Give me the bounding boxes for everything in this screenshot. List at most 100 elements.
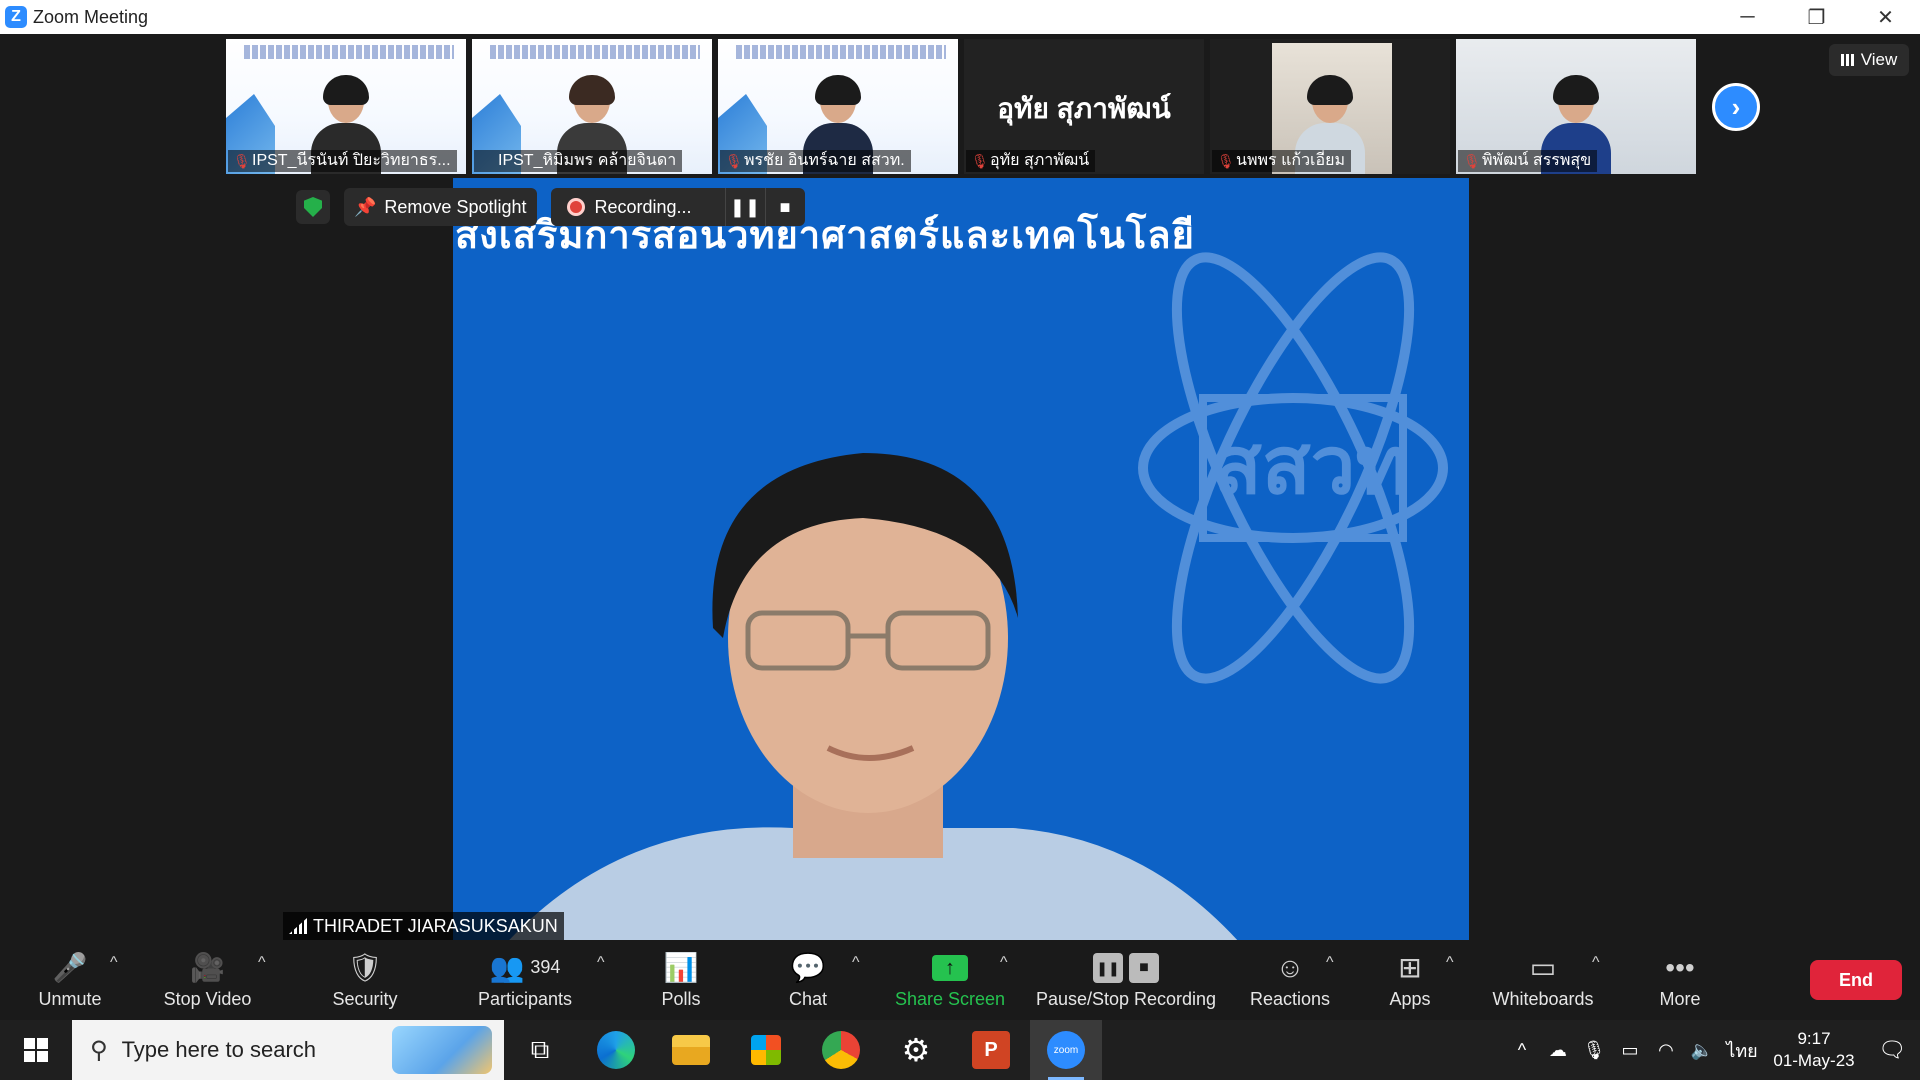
end-meeting-button[interactable]: End bbox=[1810, 960, 1902, 1000]
close-button[interactable]: ✕ bbox=[1851, 0, 1920, 34]
chat-bubble-icon: 💬 bbox=[790, 952, 826, 983]
whiteboards-label: Whiteboards bbox=[1492, 988, 1594, 1009]
shield-check-icon bbox=[304, 197, 322, 217]
share-options-caret[interactable]: ^ bbox=[1000, 954, 1008, 972]
zoom-app-icon: zoom bbox=[1047, 1031, 1085, 1069]
pause-stop-recording-button[interactable]: ❚❚ ■ Pause/Stop Recording bbox=[1035, 940, 1217, 1020]
muted-mic-icon: 🎙 bbox=[971, 153, 989, 169]
pause-recording-button[interactable]: ❚❚ bbox=[724, 188, 765, 226]
whiteboards-options-caret[interactable]: ^ bbox=[1592, 954, 1600, 972]
more-button[interactable]: ••• More bbox=[1652, 940, 1708, 1020]
participants-icon: 👥 394 bbox=[489, 952, 561, 983]
zoom-logo-icon: Z bbox=[5, 6, 27, 28]
pause-stop-icon: ❚❚ ■ bbox=[1093, 951, 1159, 985]
task-view-button[interactable]: ⧉ bbox=[504, 1020, 576, 1080]
taskbar-chrome[interactable] bbox=[805, 1020, 877, 1080]
show-hidden-icons-button[interactable]: ^ bbox=[1504, 1020, 1540, 1080]
stop-video-label: Stop Video bbox=[163, 988, 252, 1009]
polls-button[interactable]: 📊 Polls bbox=[650, 940, 712, 1020]
taskbar-powerpoint[interactable]: P bbox=[955, 1020, 1027, 1080]
chat-label: Chat bbox=[788, 988, 828, 1009]
chat-options-caret[interactable]: ^ bbox=[852, 954, 860, 972]
battery-icon[interactable]: ▭ bbox=[1612, 1020, 1648, 1080]
muted-mic-icon: 🎙 bbox=[1463, 153, 1481, 169]
participant-name: IPST_หิมิมพร คล้ายจินดา bbox=[474, 150, 683, 172]
notification-center-button[interactable]: 🗨 bbox=[1864, 1020, 1920, 1080]
speaker-video bbox=[509, 453, 1238, 940]
minimize-button[interactable]: ─ bbox=[1713, 0, 1782, 34]
gallery-strip: 🎙 IPST_นีรนันท์ ปิยะวิทยาธร... IPST_หิมิม… bbox=[226, 39, 1696, 174]
participants-label: Participants bbox=[477, 988, 573, 1009]
stop-recording-button[interactable]: ■ bbox=[764, 188, 805, 226]
folder-icon bbox=[672, 1035, 710, 1065]
search-highlight-illustration bbox=[392, 1026, 492, 1074]
security-label: Security bbox=[332, 988, 398, 1009]
clock-date: 01-May-23 bbox=[1773, 1051, 1855, 1070]
participants-button[interactable]: 👥 394 Participants bbox=[470, 940, 580, 1020]
whiteboards-button[interactable]: ▭ Whiteboards bbox=[1488, 940, 1598, 1020]
microphone-icon[interactable]: 🎙 bbox=[1576, 1020, 1612, 1080]
taskbar-store[interactable] bbox=[730, 1020, 802, 1080]
bar-chart-icon: 📊 bbox=[663, 952, 699, 983]
start-button[interactable] bbox=[0, 1020, 72, 1080]
search-icon: ⚲ bbox=[90, 1036, 108, 1064]
video-options-caret[interactable]: ^ bbox=[258, 954, 266, 972]
participant-tile[interactable]: 🎙 พิพัฒน์ สรรพสุข bbox=[1456, 39, 1696, 174]
pause-stop-recording-label: Pause/Stop Recording bbox=[1035, 988, 1217, 1009]
muted-mic-icon bbox=[479, 153, 493, 169]
participant-name: 🎙 IPST_นีรนันท์ ปิยะวิทยาธร... bbox=[228, 150, 457, 172]
apps-button[interactable]: ⊞ Apps bbox=[1385, 940, 1435, 1020]
view-button[interactable]: View bbox=[1829, 44, 1909, 76]
participant-name: 🎙 นพพร แก้วเอี่ยม bbox=[1212, 150, 1352, 172]
search-placeholder: Type here to search bbox=[121, 1037, 317, 1062]
gear-icon: ⚙ bbox=[901, 1032, 931, 1068]
recording-indicator: Recording... ❚❚ ■ bbox=[550, 188, 805, 226]
reactions-button[interactable]: ☺ Reactions bbox=[1248, 940, 1332, 1020]
input-language[interactable]: ไทย bbox=[1720, 1020, 1764, 1080]
chat-button[interactable]: 💬 Chat bbox=[778, 940, 838, 1020]
windows-logo-icon bbox=[24, 1038, 48, 1062]
security-button[interactable]: 🛡 Security bbox=[320, 940, 410, 1020]
share-screen-button[interactable]: ↑ Share Screen bbox=[890, 940, 1010, 1020]
audio-options-caret[interactable]: ^ bbox=[110, 954, 118, 972]
grid-icon bbox=[1840, 54, 1855, 66]
meeting-toolbar: 🎤 Unmute ^ 🎥 Stop Video ^ 🛡 Security 👥 39… bbox=[0, 940, 1920, 1020]
share-screen-label: Share Screen bbox=[894, 988, 1006, 1009]
taskbar-clock[interactable]: 9:17 01-May-23 bbox=[1764, 1020, 1864, 1080]
participant-tile[interactable]: IPST_หิมิมพร คล้ายจินดา bbox=[472, 39, 712, 174]
taskbar-edge[interactable] bbox=[580, 1020, 652, 1080]
apps-options-caret[interactable]: ^ bbox=[1446, 954, 1454, 972]
unmute-button[interactable]: 🎤 Unmute bbox=[30, 940, 110, 1020]
muted-mic-icon: 🎙 bbox=[233, 153, 251, 169]
more-label: More bbox=[1659, 988, 1701, 1009]
whiteboard-icon: ▭ bbox=[1529, 952, 1557, 983]
participant-tile[interactable]: 🎙 นพพร แก้วเอี่ยม bbox=[1210, 39, 1450, 174]
remove-spotlight-button[interactable]: 📌 Remove Spotlight bbox=[344, 188, 537, 226]
participants-options-caret[interactable]: ^ bbox=[597, 954, 605, 972]
view-label: View bbox=[1860, 50, 1898, 69]
reactions-options-caret[interactable]: ^ bbox=[1326, 954, 1334, 972]
chevron-right-icon: › bbox=[1731, 91, 1741, 122]
participant-tile[interactable]: 🎙 พรชัย อินทร์ฉาย สสวท. bbox=[718, 39, 958, 174]
unmute-label: Unmute bbox=[38, 988, 102, 1009]
polls-label: Polls bbox=[661, 988, 701, 1009]
stop-video-button[interactable]: 🎥 Stop Video bbox=[155, 940, 260, 1020]
meeting-overlay-controls: 📌 Remove Spotlight Recording... ❚❚ ■ bbox=[296, 188, 805, 226]
volume-icon[interactable]: 🔈 bbox=[1684, 1020, 1720, 1080]
participant-tile[interactable]: 🎙 IPST_นีรนันท์ ปิยะวิทยาธร... bbox=[226, 39, 466, 174]
taskbar-file-explorer[interactable] bbox=[655, 1020, 727, 1080]
wifi-icon[interactable]: ◠ bbox=[1648, 1020, 1684, 1080]
onedrive-icon[interactable]: ☁ bbox=[1540, 1020, 1576, 1080]
muted-mic-icon: 🎙 bbox=[725, 153, 743, 169]
participant-tile[interactable]: อุทัย สุภาพัฒน์ 🎙 อุทัย สุภาพัฒน์ bbox=[964, 39, 1204, 174]
security-status-button[interactable] bbox=[296, 190, 330, 224]
taskbar-settings[interactable]: ⚙ bbox=[880, 1020, 952, 1080]
pin-icon: 📌 bbox=[354, 196, 377, 217]
window-titlebar: Z Zoom Meeting ─ ❐ ✕ bbox=[0, 0, 1920, 34]
participant-name: 🎙 พรชัย อินทร์ฉาย สสวท. bbox=[720, 150, 911, 172]
next-page-button[interactable]: › bbox=[1712, 83, 1760, 131]
shield-icon: 🛡 bbox=[347, 952, 383, 983]
taskbar-search[interactable]: ⚲ Type here to search bbox=[72, 1020, 504, 1080]
taskbar-zoom[interactable]: zoom bbox=[1030, 1020, 1102, 1080]
restore-button[interactable]: ❐ bbox=[1782, 0, 1851, 34]
